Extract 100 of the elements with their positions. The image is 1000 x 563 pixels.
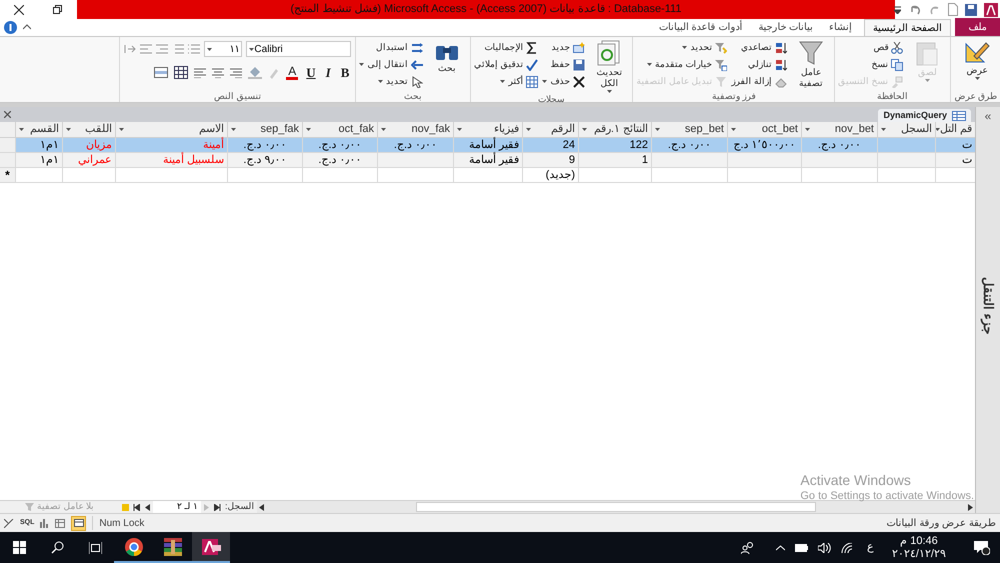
group-label: فرز وتصفية — [710, 90, 756, 102]
ribbon-tab[interactable]: الصفحة الرئيسية — [864, 19, 951, 36]
format-button[interactable]: I — [324, 63, 333, 82]
datasheet-view-button[interactable] — [71, 516, 86, 530]
table-cell — [877, 168, 935, 183]
spelling-check-icon — [526, 58, 538, 70]
ribbon-button[interactable]: تدقيق إملائي — [474, 57, 538, 72]
font-size-field[interactable]: ١١ — [204, 41, 242, 57]
dropdown-arrow-icon — [359, 63, 364, 66]
search-icon — [50, 541, 64, 554]
column-header[interactable]: اللقب — [62, 122, 115, 138]
last-record-icon — [133, 504, 140, 510]
expand-pane-button[interactable]: « — [984, 107, 992, 122]
language-indicator[interactable]: ع — [862, 539, 878, 556]
save-icon — [573, 58, 586, 70]
ribbon-button[interactable]: خيارات متقدمة — [636, 57, 728, 72]
column-header[interactable]: القسم — [15, 122, 62, 138]
column-header[interactable]: قم التل — [935, 122, 975, 138]
navigation-pane-title: جزء التنقل — [980, 277, 997, 335]
document-tab[interactable]: DynamicQuery — [878, 109, 971, 122]
dropdown-arrow-icon — [231, 128, 236, 131]
ribbon-button[interactable]: بحث — [426, 40, 467, 74]
group-label: طرق عرض — [954, 90, 997, 102]
column-header[interactable]: فيزياء — [453, 122, 522, 138]
previous-record-icon — [203, 504, 210, 510]
dropdown-arrow-icon — [119, 128, 124, 131]
column-header[interactable]: السجل — [877, 122, 935, 138]
ribbon-button[interactable]: انتقال إلى — [359, 57, 423, 72]
ribbon-button[interactable]: حذف — [542, 74, 586, 89]
new-record-icon — [573, 42, 586, 54]
sort-ascending-icon — [774, 42, 787, 54]
ribbon-button[interactable]: حفظ — [542, 57, 586, 72]
numbered-list-icon — [172, 44, 184, 54]
group-label: بحث — [403, 90, 424, 102]
ribbon-button[interactable]: الإجماليات — [474, 40, 538, 55]
ribbon-tab[interactable]: ملف — [955, 18, 1000, 36]
ribbon-button[interactable]: عرض — [957, 40, 997, 80]
paragraph-direction-icon — [124, 44, 136, 54]
column-header[interactable]: الرقم — [522, 122, 578, 138]
ribbon-button[interactable]: تحديث الكل — [589, 40, 630, 93]
last-record-button[interactable] — [131, 501, 142, 513]
next-record-icon — [144, 504, 151, 510]
ribbon-button[interactable]: قص — [838, 40, 904, 55]
dropdown-arrow-icon — [682, 46, 688, 49]
format-button[interactable]: A — [286, 65, 298, 80]
ribbon-button[interactable]: جديد — [542, 40, 586, 55]
ribbon-button[interactable]: عامل تصفية — [790, 40, 831, 89]
dropdown-arrow-icon — [582, 128, 587, 131]
format-button[interactable]: U — [304, 63, 318, 82]
ribbon-button[interactable]: أكثر — [474, 74, 538, 89]
dropdown-arrow-icon — [500, 80, 506, 83]
column-header[interactable]: sep_bet — [651, 122, 727, 138]
indent-icon — [156, 44, 168, 54]
ribbon-button[interactable]: إزالة الفرز — [731, 74, 787, 89]
browser-icon — [124, 538, 142, 556]
horizontal-scrollbar[interactable] — [256, 501, 975, 513]
ruler-pencil-icon — [964, 40, 990, 64]
close-icon — [14, 4, 24, 14]
column-header[interactable]: nov_bet — [801, 122, 877, 138]
battery-icon — [794, 544, 808, 552]
sort-descending-icon — [774, 58, 787, 70]
dropdown-arrow-icon — [924, 79, 930, 82]
ribbon-tab[interactable]: إنشاء — [821, 19, 860, 36]
font-name-field[interactable]: Calibri — [246, 41, 352, 57]
column-header[interactable]: oct_fak — [302, 122, 377, 138]
ribbon-tab[interactable]: بيانات خارجية — [750, 19, 822, 36]
taskbar-app[interactable] — [192, 532, 230, 563]
ribbon-tab[interactable]: أدوات قاعدة البيانات — [650, 19, 750, 36]
ribbon-button[interactable]: تنازلي — [731, 57, 787, 72]
activation-message: Go to Settings to activate Windows. — [800, 489, 974, 503]
redo-icon — [929, 4, 941, 14]
dropdown-arrow-icon — [207, 48, 212, 50]
dropdown-arrow-icon — [457, 128, 462, 131]
dropdown-arrow-icon — [881, 128, 886, 131]
first-record-button[interactable] — [212, 501, 223, 513]
wifi-icon — [840, 542, 853, 552]
record-position-field[interactable]: ١ لـ ٢ — [153, 501, 201, 513]
ribbon-button[interactable]: تصاعدي — [731, 40, 787, 55]
ribbon-button[interactable]: استبدال — [359, 40, 423, 55]
query-icon — [952, 110, 966, 120]
app-icon — [201, 538, 221, 556]
column-header[interactable]: oct_bet — [727, 122, 801, 138]
column-header[interactable]: الاسم — [115, 122, 227, 138]
column-header[interactable]: sep_fak — [227, 122, 302, 138]
dropdown-arrow-icon — [731, 128, 736, 131]
funnel-icon — [798, 40, 823, 66]
ribbon-button[interactable]: تحديد — [636, 40, 728, 55]
alternate-row-icon — [154, 67, 168, 78]
ribbon-button[interactable]: نسخ — [838, 57, 904, 72]
people-icon — [740, 542, 754, 554]
column-header[interactable]: nov_fak — [377, 122, 453, 138]
clock[interactable]: 10:46 م ٢٠٢٤/١٢/٢٩ — [888, 534, 950, 560]
ribbon-button[interactable]: تحديد — [359, 74, 423, 89]
column-header[interactable]: النتائج ١.رقم — [578, 122, 651, 138]
replace-icon — [410, 42, 423, 54]
table-row[interactable]: (جديد) * — [0, 168, 975, 183]
row-selector[interactable]: * — [0, 168, 15, 183]
dropdown-arrow-icon — [381, 128, 386, 131]
dropdown-arrow-icon — [655, 128, 660, 131]
format-button[interactable]: B — [338, 63, 352, 82]
